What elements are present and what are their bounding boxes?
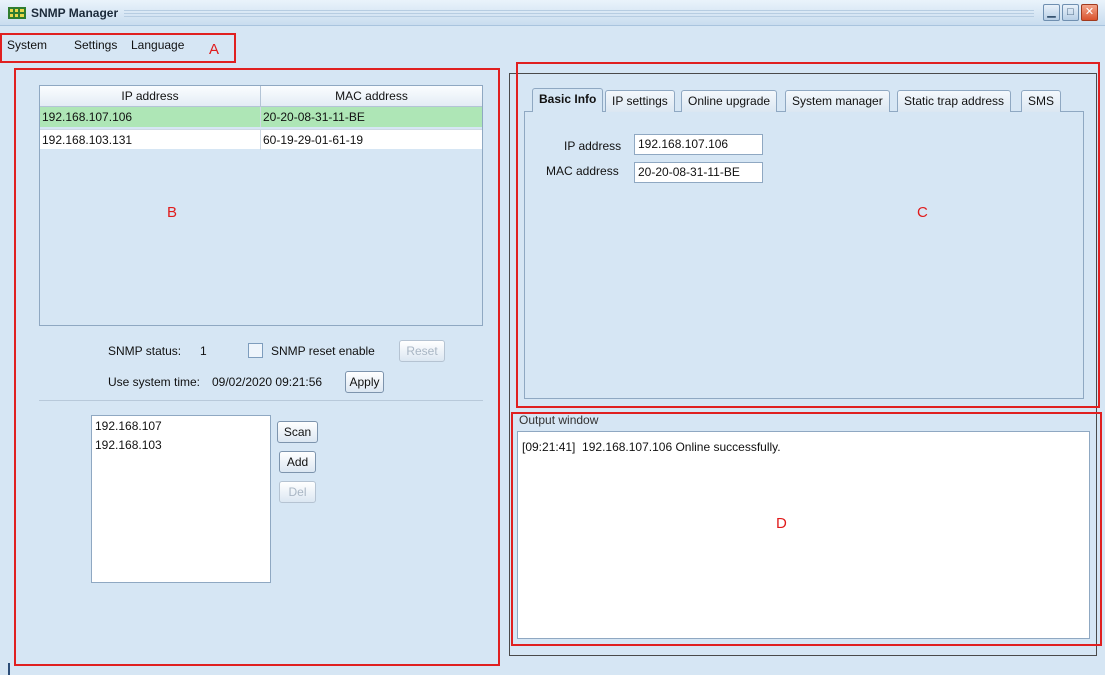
annotation-label-a: A — [209, 41, 220, 58]
annotation-box-c — [516, 62, 1100, 408]
annotation-box-b — [14, 68, 500, 666]
maximize-icon[interactable]: □ — [1062, 4, 1079, 21]
annotation-box-d — [511, 412, 1102, 646]
minimize-icon[interactable]: ▁ — [1043, 4, 1060, 21]
window-title: SNMP Manager — [31, 6, 119, 20]
close-icon[interactable]: ✕ — [1081, 4, 1098, 21]
window-edge-marker — [8, 663, 10, 675]
title-bar-decoration — [124, 10, 1034, 17]
snmp-app-icon — [8, 6, 26, 20]
annotation-box-a — [0, 33, 236, 63]
